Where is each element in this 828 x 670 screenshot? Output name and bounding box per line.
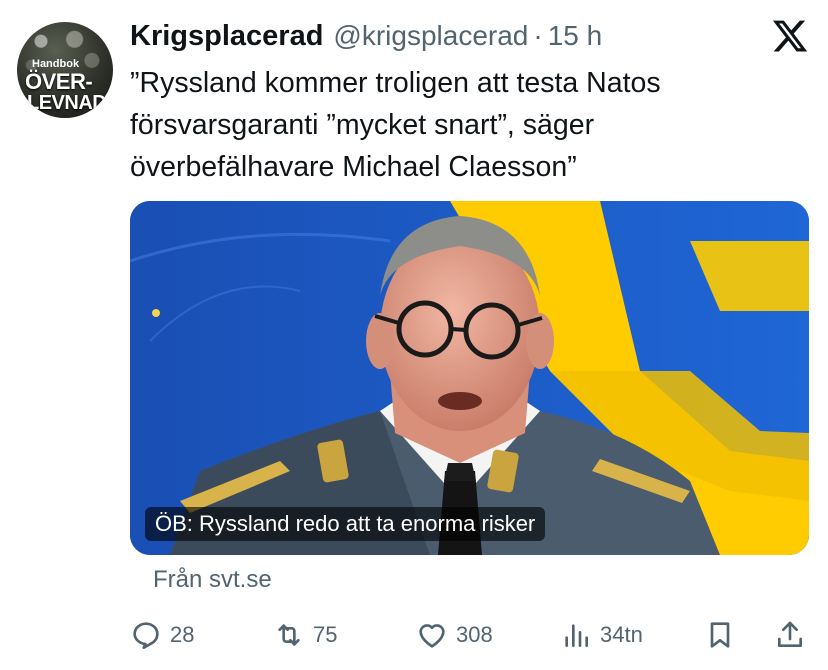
news-photo [130,201,809,555]
timestamp[interactable]: 15 h [548,20,603,52]
avatar-text-big: ÖVER- [25,69,93,94]
reply-icon [133,622,159,649]
heart-icon [419,624,445,648]
action-bar: 28 75 308 34tn [0,615,828,655]
reply-button[interactable]: 28 [130,615,194,655]
like-count: 308 [456,622,493,647]
avatar[interactable]: Handbok ÖVER- LEVNAD [17,22,113,118]
avatar-text-big-2: LEVNAD [27,92,107,114]
repost-button[interactable]: 75 [273,615,337,655]
author-handle[interactable]: @krigsplacerad [333,20,528,52]
link-card-image[interactable] [130,201,809,555]
share-button[interactable] [774,615,806,655]
card-caption[interactable]: ÖB: Ryssland redo att ta enorma risker [145,507,546,541]
card-source-link[interactable]: Från svt.se [153,566,272,594]
tweet-text: ”Ryssland kommer troligen att testa Nato… [130,67,661,183]
bookmark-button[interactable] [704,615,736,655]
like-button[interactable]: 308 [416,615,493,655]
views-count: 34tn [600,622,643,647]
author-name[interactable]: Krigsplacerad [130,20,323,53]
repost-icon [278,624,300,646]
views-icon [565,624,588,647]
x-logo-icon [772,20,808,52]
repost-count: 75 [313,622,338,647]
bookmark-icon [710,622,730,648]
tweet-header: Krigsplacerad @krigsplacerad · 15 h [130,20,602,54]
separator-dot: · [533,20,543,51]
reply-count: 28 [170,622,195,647]
share-icon [778,621,802,647]
views-button[interactable]: 34tn [560,615,643,655]
